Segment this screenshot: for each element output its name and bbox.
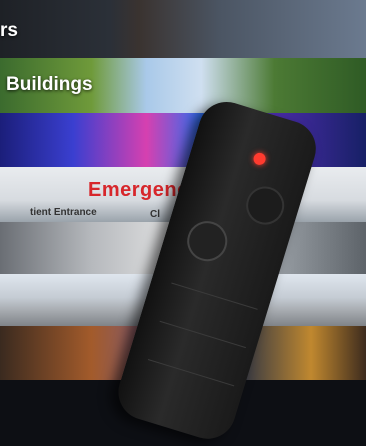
other-sign: Cl [150, 209, 160, 220]
category-label-1: rs [0, 20, 18, 41]
page: { "rows": [ {"label": "rs"}, {"label": "… [0, 0, 366, 446]
radio-led-icon [252, 151, 268, 167]
radio-groove [159, 320, 246, 349]
radio-groove [147, 359, 235, 387]
radio-ptt-button-icon [182, 216, 233, 267]
category-label-buildings: Buildings [6, 74, 93, 95]
category-row-buildings[interactable]: Buildings [0, 58, 366, 117]
row-1-photo [0, 0, 366, 58]
entrance-sign: tient Entrance [30, 207, 97, 218]
category-row-1[interactable]: rs [0, 0, 366, 62]
radio-top-button-icon [241, 181, 289, 230]
radio-groove [171, 282, 258, 310]
